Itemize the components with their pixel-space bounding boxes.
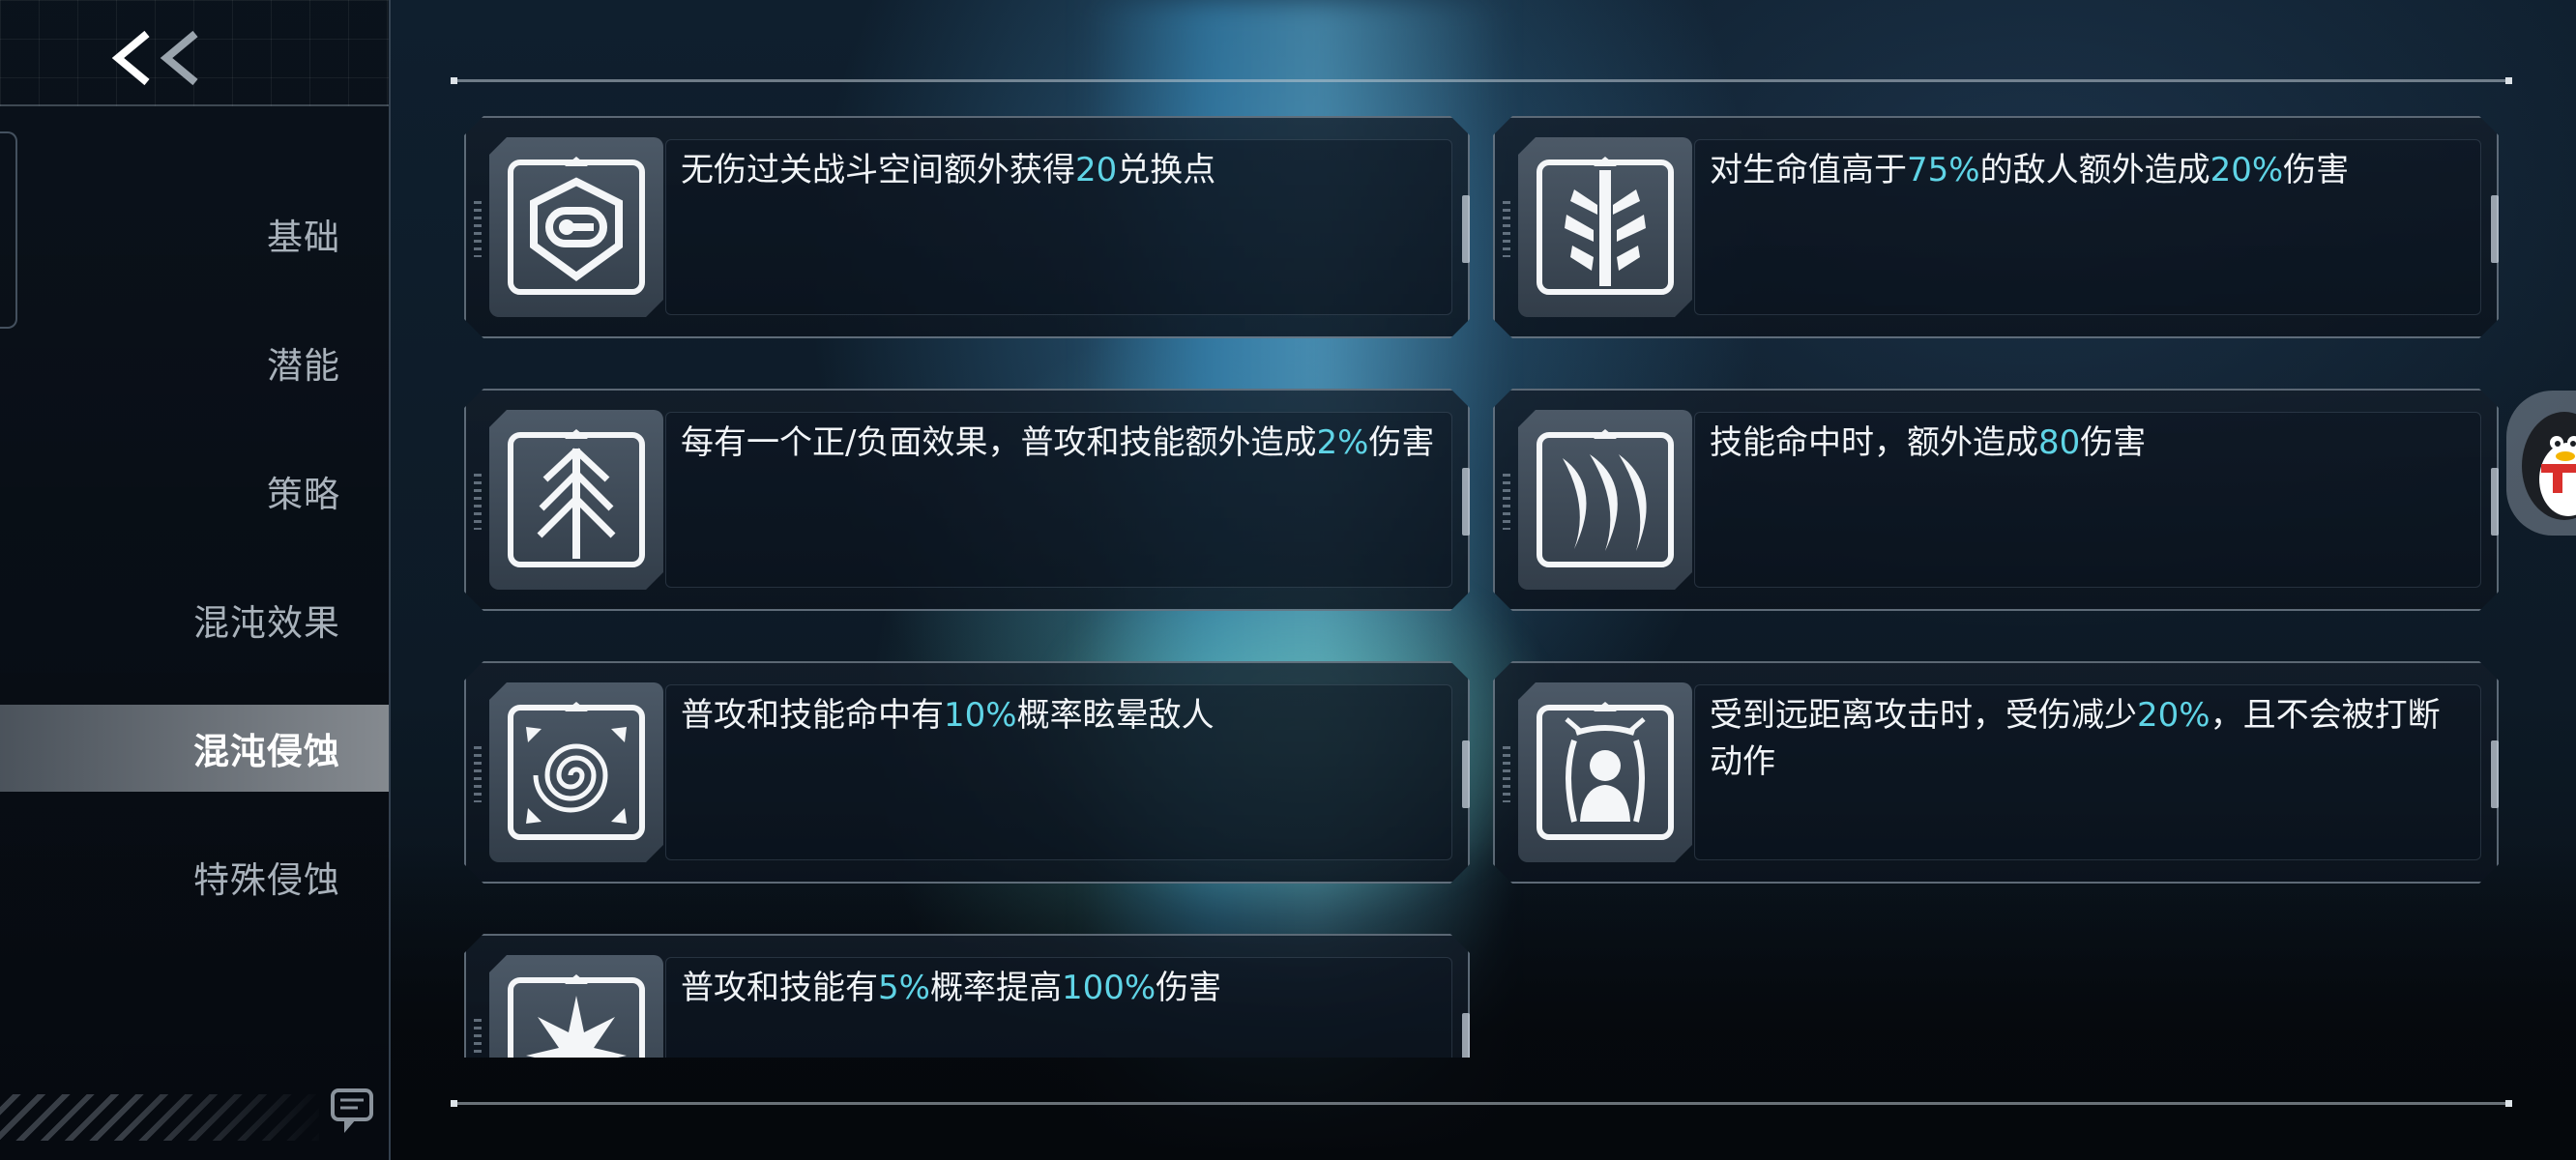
- double-chevron-left-icon: [111, 30, 198, 86]
- spiky-burst-icon: [489, 955, 663, 1058]
- penguin-icon: [2522, 412, 2576, 520]
- sidebar-bracket: [0, 131, 17, 329]
- arrow-tree-icon: [489, 410, 663, 590]
- effect-card[interactable]: 技能命中时，额外造成80伤害: [1493, 389, 2499, 611]
- top-divider: [451, 77, 2512, 84]
- sidebar-item-special-erosion[interactable]: 特殊侵蚀: [193, 833, 340, 920]
- sidebar: 基础 潜能 策略 混沌效果 混沌侵蚀 特殊侵蚀: [0, 0, 391, 1160]
- effect-card[interactable]: 受到远距离攻击时，受伤减少20%，且不会被打断动作: [1493, 661, 2499, 884]
- hexagon-token-icon: [489, 137, 663, 317]
- effect-card[interactable]: 普攻和技能有5%概率提高100%伤害: [464, 934, 1470, 1058]
- sidebar-item-chaos-erosion[interactable]: 混沌侵蚀: [0, 705, 389, 792]
- shielded-person-icon: [1518, 682, 1692, 862]
- effect-description: 受到远距离攻击时，受伤减少20%，且不会被打断动作: [1710, 696, 2441, 781]
- effect-card[interactable]: 对生命值高于75%的敌人额外造成20%伤害: [1493, 116, 2499, 338]
- effect-description: 普攻和技能有5%概率提高100%伤害: [681, 969, 1222, 1007]
- effect-description: 无伤过关战斗空间额外获得20兑换点: [681, 151, 1216, 189]
- spiral-vortex-icon: [489, 682, 663, 862]
- sidebar-item-potential[interactable]: 潜能: [267, 319, 340, 406]
- sword-crest-icon: [1518, 137, 1692, 317]
- effect-card[interactable]: 普攻和技能命中有10%概率眩晕敌人: [464, 661, 1470, 884]
- effect-description: 对生命值高于75%的敌人额外造成20%伤害: [1710, 151, 2350, 189]
- effect-card-list[interactable]: 无伤过关战斗空间额外获得20兑换点 对生命值高于75%的敌人额外造成20%伤害: [451, 106, 2512, 1058]
- bottom-divider: [451, 1100, 2512, 1107]
- sidebar-item-strategy[interactable]: 策略: [267, 448, 340, 535]
- effect-description: 每有一个正/负面效果，普攻和技能额外造成2%伤害: [681, 423, 1435, 462]
- sidebar-item-chaos-effect[interactable]: 混沌效果: [193, 576, 340, 663]
- floating-assistant-button[interactable]: [2506, 391, 2576, 536]
- effect-card[interactable]: 无伤过关战斗空间额外获得20兑换点: [464, 116, 1470, 338]
- claw-slash-icon: [1518, 410, 1692, 590]
- back-button[interactable]: [104, 21, 220, 95]
- effect-description: 技能命中时，额外造成80伤害: [1710, 423, 2147, 462]
- feedback-icon[interactable]: [327, 1087, 377, 1137]
- effect-description: 普攻和技能命中有10%概率眩晕敌人: [681, 696, 1215, 735]
- effect-card[interactable]: 每有一个正/负面效果，普攻和技能额外造成2%伤害: [464, 389, 1470, 611]
- sidebar-item-basic[interactable]: 基础: [267, 190, 340, 277]
